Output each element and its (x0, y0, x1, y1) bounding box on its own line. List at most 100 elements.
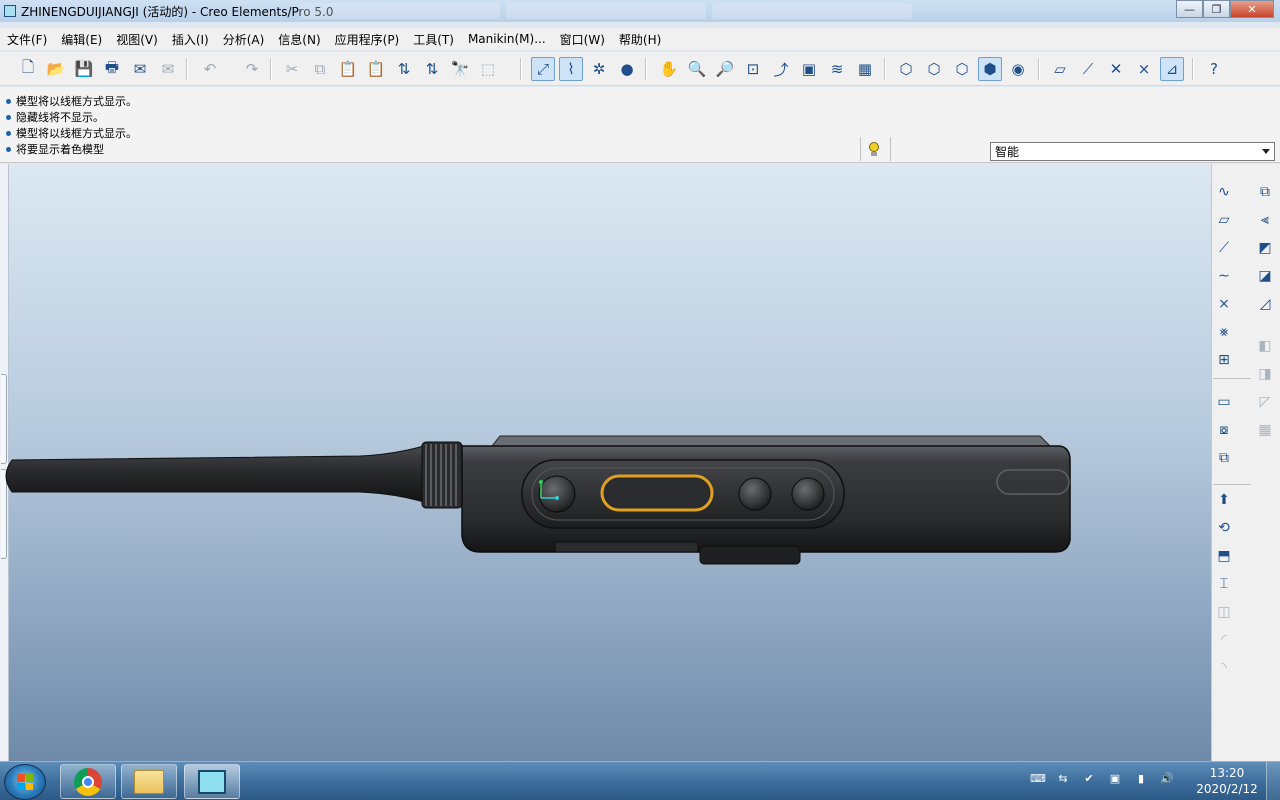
tray-icon[interactable]: ⌨ (1030, 772, 1046, 786)
show-desktop-button[interactable] (1266, 762, 1280, 800)
regenerate-icon[interactable]: ⇅ (392, 57, 416, 81)
menu-item[interactable]: 窗口(W) (560, 31, 605, 48)
datum-curve-icon[interactable]: ∼ (1213, 265, 1235, 287)
find-icon[interactable]: 🔭 (448, 57, 472, 81)
extend-surface-icon[interactable]: ◪ (1254, 265, 1276, 287)
point-display-icon[interactable]: ✕ (1104, 57, 1128, 81)
message-text: 将要显示着色模型 (16, 143, 104, 156)
menu-item[interactable]: 信息(N) (278, 31, 320, 48)
axis-display-icon[interactable]: ⟋ (1076, 57, 1100, 81)
cut-icon[interactable]: ✂ (280, 57, 304, 81)
tray-icon[interactable]: ▮ (1134, 772, 1148, 786)
print-icon[interactable]: 🖶 (100, 57, 124, 81)
mirror-icon[interactable]: ⫷ (1254, 209, 1276, 231)
revolve-icon[interactable]: ⟲ (1213, 517, 1235, 539)
merge-icon[interactable]: ◧ (1254, 335, 1276, 357)
taskbar-explorer-button[interactable] (121, 764, 177, 799)
enhanced-realism-icon[interactable]: ◉ (1006, 57, 1030, 81)
datum-plane-icon[interactable]: ▱ (1213, 209, 1235, 231)
wireframe-icon[interactable]: ⬡ (894, 57, 918, 81)
menu-item[interactable]: 编辑(E) (61, 31, 102, 48)
refit-icon[interactable]: ⤢ (531, 57, 555, 81)
toolbar-separator (520, 58, 522, 80)
csys-display-icon[interactable]: ⨯ (1132, 57, 1156, 81)
menu-item[interactable]: 分析(A) (223, 31, 265, 48)
menu-item[interactable]: 插入(I) (172, 31, 209, 48)
send-mail-icon[interactable]: ✉ (128, 57, 152, 81)
paste-icon[interactable]: 📋 (336, 57, 360, 81)
spin-center-icon[interactable]: ✲ (587, 57, 611, 81)
copy-icon[interactable]: ⧉ (1254, 181, 1276, 203)
open-icon[interactable]: 📂 (44, 57, 68, 81)
thicken-icon[interactable]: ◸ (1254, 391, 1276, 413)
save-icon[interactable]: 💾 (72, 57, 96, 81)
copy-icon[interactable]: ⧉ (308, 57, 332, 81)
taskbar-chrome-button[interactable] (60, 764, 116, 799)
menu-item[interactable]: 文件(F) (7, 31, 47, 48)
minimize-button[interactable]: — (1176, 0, 1203, 18)
solidify-icon[interactable]: ▦ (1254, 419, 1276, 441)
sketch-curve-icon[interactable]: ∿ (1213, 181, 1235, 203)
selection-box-icon[interactable]: ⬚ (476, 57, 500, 81)
lightbulb-icon[interactable] (869, 142, 879, 156)
menu-item[interactable]: 视图(V) (116, 31, 158, 48)
redo-icon[interactable]: ↷ (240, 57, 264, 81)
copy-geometry-icon[interactable]: ⧉ (1213, 447, 1235, 469)
model-view[interactable] (0, 164, 1211, 761)
datum-csys-icon[interactable]: ⨳ (1213, 321, 1235, 343)
regenerate-manager-icon[interactable]: ⇅ (420, 57, 444, 81)
tray-icon[interactable]: ▣ (1108, 772, 1122, 786)
close-button[interactable]: ✕ (1230, 0, 1274, 18)
saved-views-icon[interactable]: ▣ (797, 57, 821, 81)
menu-item[interactable]: 应用程序(P) (335, 31, 400, 48)
maximize-button[interactable]: ❐ (1203, 0, 1230, 18)
chamfer-icon[interactable]: ◝ (1213, 657, 1235, 679)
plane-display-icon[interactable]: ▱ (1048, 57, 1072, 81)
taskbar-creo-button[interactable] (184, 764, 240, 799)
chevron-down-icon[interactable] (1262, 149, 1270, 154)
sketch-view-icon[interactable]: ⧇ (1213, 419, 1235, 441)
menu-item[interactable]: 帮助(H) (619, 31, 661, 48)
annotation-display-icon[interactable]: ⊿ (1160, 57, 1184, 81)
hidden-line-icon[interactable]: ⬡ (922, 57, 946, 81)
trim-icon[interactable]: ◨ (1254, 363, 1276, 385)
selection-filter-dropdown[interactable]: 智能 (990, 142, 1275, 161)
zoom-out-icon[interactable]: 🔎 (713, 57, 737, 81)
tray-icon[interactable]: ✔ (1082, 772, 1096, 786)
shading-icon[interactable]: ⬢ (978, 57, 1002, 81)
toolbar-separator (270, 58, 272, 80)
sketch-tool-icon[interactable]: ▭ (1213, 391, 1235, 413)
send-mail-attachment-icon[interactable]: ✉ (156, 57, 180, 81)
zoom-in-icon[interactable]: 🔍 (685, 57, 709, 81)
tray-icon[interactable]: 🔊 (1160, 772, 1174, 786)
appearance-ball-icon[interactable]: ● (615, 57, 639, 81)
extrude-icon[interactable]: ⬆ (1213, 489, 1235, 511)
undo-icon[interactable]: ↶ (198, 57, 222, 81)
analysis-feature-icon[interactable]: ⊞ (1213, 349, 1235, 371)
no-hidden-icon[interactable]: ⬡ (950, 57, 974, 81)
hole-icon[interactable]: ◫ (1213, 601, 1235, 623)
context-help-icon[interactable]: ? (1202, 57, 1226, 81)
graphics-window[interactable] (0, 164, 1211, 761)
paste-special-icon[interactable]: 📋 (364, 57, 388, 81)
datum-axis-icon[interactable]: ⟋ (1213, 237, 1235, 259)
offset-surface-icon[interactable]: ◩ (1254, 237, 1276, 259)
pan-hand-icon[interactable]: ✋ (657, 57, 681, 81)
datum-display-icon[interactable]: ⌇ (559, 57, 583, 81)
datum-point-icon[interactable]: ⨯ (1213, 293, 1235, 315)
clock-date: 2020/2/12 (1196, 782, 1258, 796)
boundary-blend-icon[interactable]: ◿ (1254, 293, 1276, 315)
view-manager-icon[interactable]: ▦ (853, 57, 877, 81)
menu-item[interactable]: 工具(T) (413, 31, 454, 48)
layers-icon[interactable]: ≋ (825, 57, 849, 81)
blend-icon[interactable]: ⌶ (1213, 573, 1235, 595)
reorient-icon[interactable]: ⤴ (769, 57, 793, 81)
new-icon[interactable]: 🗋 (16, 57, 40, 81)
round-icon[interactable]: ◜ (1213, 629, 1235, 651)
menu-item[interactable]: Manikin(M)... (468, 32, 546, 46)
zoom-fit-icon[interactable]: ⊡ (741, 57, 765, 81)
clock[interactable]: 13:20 2020/2/12 (1190, 765, 1264, 797)
sweep-icon[interactable]: ⬒ (1213, 545, 1235, 567)
tray-icon[interactable]: ⇆ (1056, 772, 1070, 786)
start-button[interactable] (4, 764, 46, 800)
